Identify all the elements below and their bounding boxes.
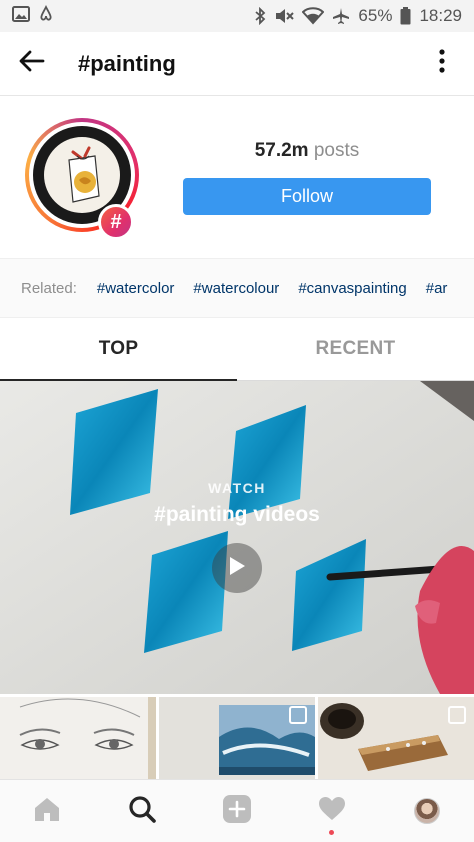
nav-home[interactable] (17, 781, 77, 841)
related-tag[interactable]: #watercolor (97, 280, 175, 297)
related-tag[interactable]: #canvaspainting (298, 280, 406, 297)
back-button[interactable] (0, 32, 64, 96)
airplane-icon (332, 7, 350, 25)
bottom-nav (0, 779, 474, 842)
clock: 18:29 (419, 6, 462, 25)
post-grid (0, 697, 474, 779)
vertical-dots-icon (439, 49, 445, 78)
profile-avatar (413, 798, 440, 824)
play-icon (228, 556, 246, 581)
multiple-photos-icon (289, 706, 307, 724)
search-icon (128, 795, 156, 828)
nav-profile[interactable] (397, 781, 457, 841)
nav-search[interactable] (112, 781, 172, 841)
wifi-icon (302, 7, 325, 25)
airbnb-icon (38, 4, 54, 27)
grid-post[interactable] (318, 697, 474, 779)
nav-activity[interactable] (302, 781, 362, 841)
feed-tabs: TOP RECENT (0, 318, 474, 381)
posts-count: 57.2m posts (183, 140, 431, 162)
grid-post[interactable] (0, 697, 156, 779)
hashtag-badge: # (98, 204, 134, 240)
more-options-button[interactable] (422, 32, 462, 96)
page-title: #painting (78, 50, 176, 76)
related-tags-bar[interactable]: Related: #watercolor #watercolour #canva… (0, 258, 474, 318)
tab-recent[interactable]: RECENT (237, 318, 474, 381)
image-icon (12, 5, 30, 27)
posts-label: posts (313, 140, 360, 161)
watch-title: #painting videos (154, 503, 320, 526)
watch-label: WATCH (208, 480, 266, 496)
home-icon (33, 796, 61, 827)
heart-icon (318, 796, 346, 826)
bluetooth-icon (254, 7, 266, 25)
notification-dot (329, 830, 335, 835)
status-bar: 65% 18:29 (0, 0, 474, 32)
grid-post[interactable] (159, 697, 315, 779)
hashtag-profile: # 57.2m posts Follow (0, 96, 474, 258)
posts-number: 57.2m (254, 140, 309, 161)
related-tag[interactable]: #watercolour (193, 280, 279, 297)
follow-button[interactable]: Follow (183, 178, 431, 215)
mute-icon (274, 7, 295, 25)
related-label: Related: (21, 279, 77, 297)
nav-add[interactable] (207, 781, 267, 841)
tab-top[interactable]: TOP (0, 318, 237, 381)
related-tag[interactable]: #ar (426, 280, 448, 297)
multiple-photos-icon (448, 706, 466, 724)
battery-icon (400, 7, 411, 25)
app-header: #painting (0, 32, 474, 96)
post-thumbnail (0, 697, 156, 779)
arrow-left-icon (19, 50, 45, 77)
video-thumbnail (0, 381, 474, 694)
battery-percent: 65% (358, 6, 393, 25)
featured-video[interactable] (0, 381, 474, 694)
play-button[interactable] (212, 543, 262, 593)
add-icon (222, 794, 252, 829)
